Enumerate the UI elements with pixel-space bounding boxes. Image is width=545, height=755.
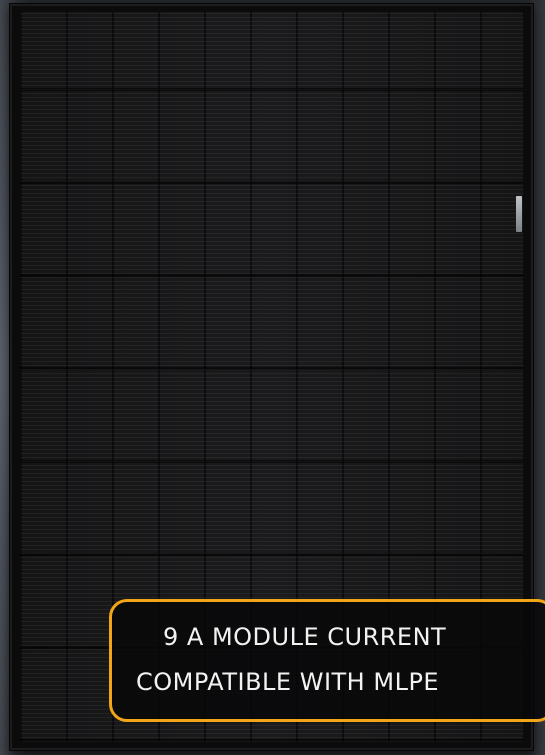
product-image: 9 A MODULE CURRENT COMPATIBLE WITH MLPE [0, 0, 545, 755]
callout-line-current: 9 A MODULE CURRENT [163, 623, 447, 651]
feature-callout-box [109, 599, 545, 722]
frame-label-tab [516, 196, 522, 232]
callout-line-mlpe: COMPATIBLE WITH MLPE [136, 668, 440, 696]
